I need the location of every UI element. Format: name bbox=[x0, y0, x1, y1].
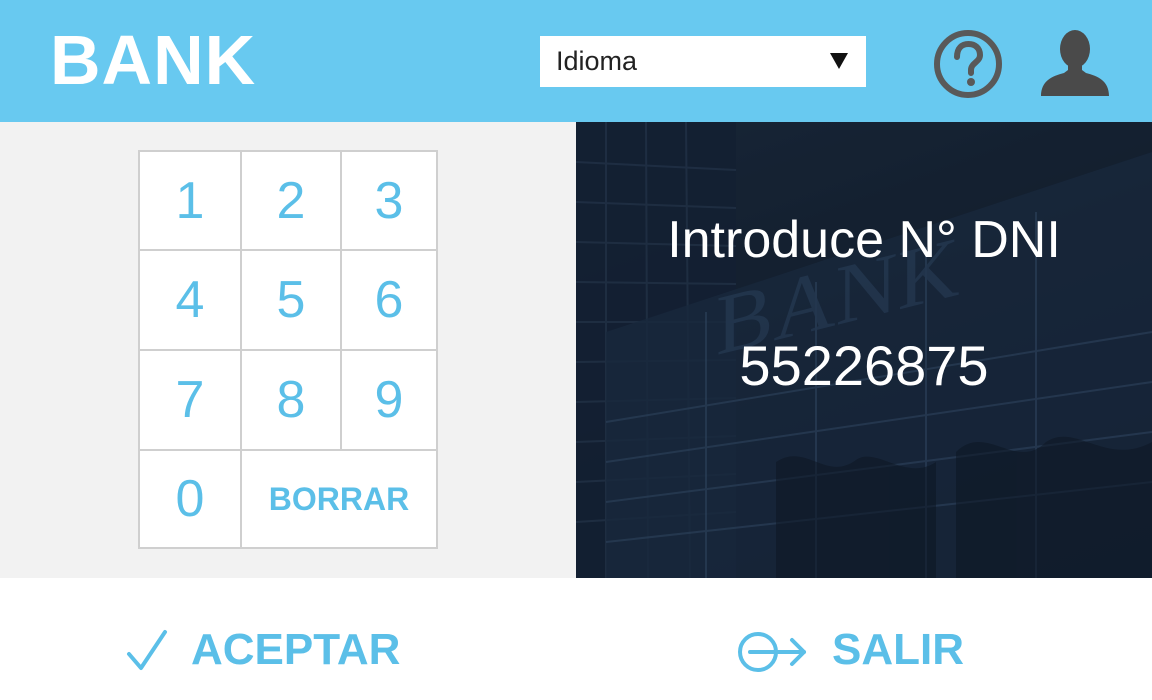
dni-prompt: Introduce N° DNI bbox=[667, 211, 1061, 269]
exit-arrow-icon bbox=[738, 632, 806, 672]
key-3[interactable]: 3 bbox=[340, 152, 436, 249]
delete-button[interactable]: BORRAR bbox=[240, 449, 436, 547]
key-7[interactable]: 7 bbox=[140, 349, 240, 449]
check-icon bbox=[127, 630, 167, 670]
key-5[interactable]: 5 bbox=[240, 249, 340, 349]
accept-label: ACEPTAR bbox=[191, 625, 401, 674]
key-6[interactable]: 6 bbox=[340, 249, 436, 349]
help-icon[interactable] bbox=[932, 28, 1004, 100]
dni-value-display: 55226875 bbox=[739, 334, 989, 397]
language-select[interactable]: Idioma bbox=[540, 36, 866, 87]
accept-button[interactable]: ACEPTAR bbox=[125, 615, 400, 685]
keypad-panel: 1 2 3 4 5 6 7 8 9 0 BORRAR bbox=[0, 122, 576, 578]
key-1[interactable]: 1 bbox=[140, 152, 240, 249]
user-avatar-icon[interactable] bbox=[1038, 26, 1112, 98]
key-8[interactable]: 8 bbox=[240, 349, 340, 449]
numeric-keypad: 1 2 3 4 5 6 7 8 9 0 BORRAR bbox=[138, 150, 438, 549]
language-select-value: Idioma bbox=[556, 46, 638, 76]
header-bar: BANK Idioma bbox=[0, 0, 1152, 122]
dni-display-panel: BANK Introduce N° DNI 55226875 bbox=[576, 122, 1152, 578]
exit-label: SALIR bbox=[832, 625, 964, 674]
exit-button[interactable]: SALIR bbox=[736, 615, 964, 685]
key-0[interactable]: 0 bbox=[140, 449, 240, 547]
key-2[interactable]: 2 bbox=[240, 152, 340, 249]
key-4[interactable]: 4 bbox=[140, 249, 240, 349]
dropdown-arrow-icon bbox=[830, 53, 848, 69]
key-9[interactable]: 9 bbox=[340, 349, 436, 449]
brand-logo: BANK bbox=[50, 21, 257, 99]
